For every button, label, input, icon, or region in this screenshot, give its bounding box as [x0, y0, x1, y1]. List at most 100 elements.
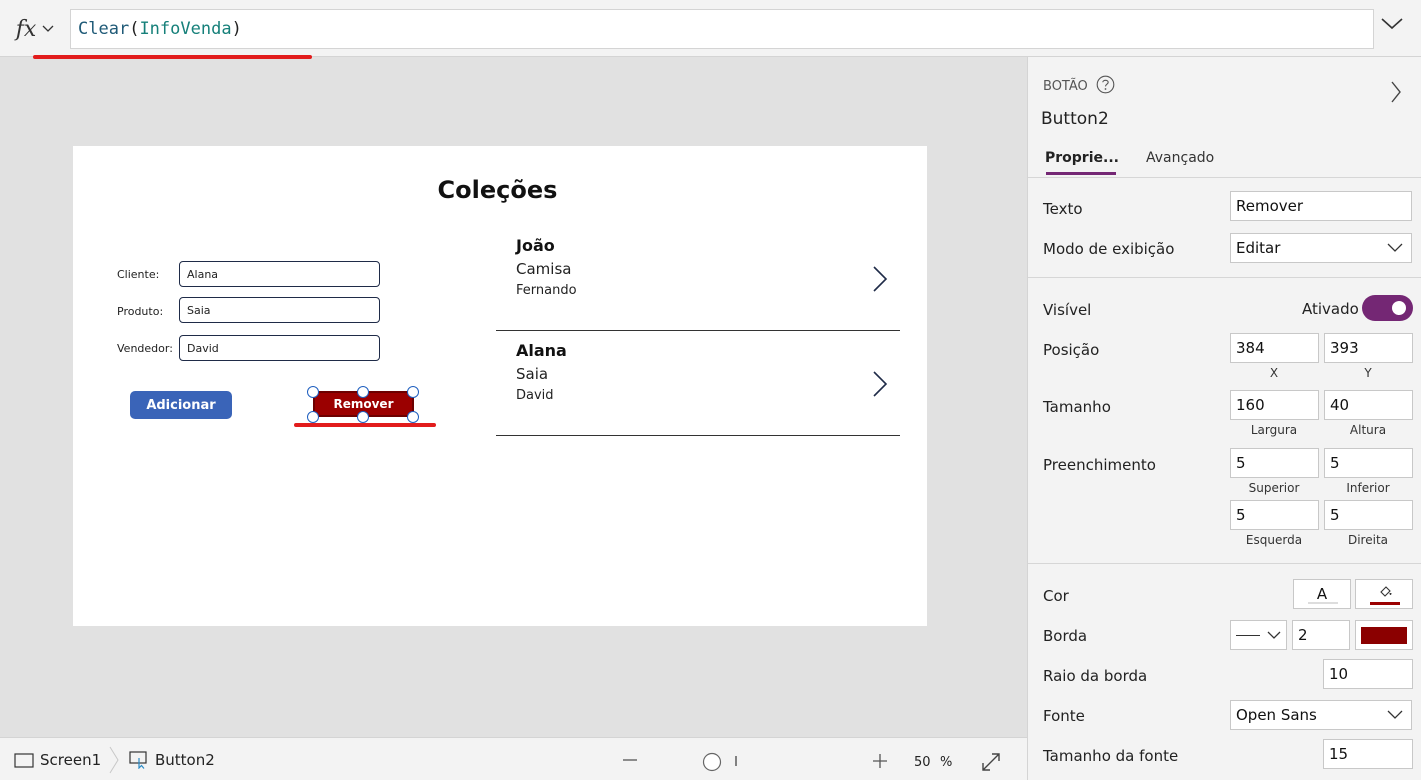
- gallery-item[interactable]: João Camisa Fernando: [496, 226, 900, 331]
- resize-handle-bottom[interactable]: [357, 411, 369, 423]
- modo-exibicao-label: Modo de exibição: [1043, 240, 1175, 258]
- breadcrumb-control-label: Button2: [155, 751, 215, 769]
- formula-function: Clear: [78, 19, 130, 39]
- chevron-right-icon[interactable]: [872, 266, 888, 292]
- border-line-style-icon: [1236, 635, 1260, 636]
- fill-color-swatch: [1370, 602, 1400, 605]
- screen-icon: [14, 752, 34, 768]
- tamanho-fonte-input[interactable]: 15: [1323, 739, 1413, 769]
- tamanho-fonte-label: Tamanho da fonte: [1043, 747, 1179, 765]
- tab-propriedades[interactable]: Proprie...: [1045, 150, 1119, 166]
- control-name: Button2: [1041, 109, 1109, 129]
- altura-input[interactable]: 40: [1324, 390, 1413, 420]
- posicao-x-input[interactable]: 384: [1230, 333, 1319, 363]
- modo-exibicao-select[interactable]: Editar: [1230, 233, 1412, 263]
- paint-bucket-icon: [1380, 586, 1392, 597]
- altura-caption: Altura: [1349, 423, 1387, 437]
- zoom-out-icon[interactable]: [622, 752, 638, 768]
- chevron-down-icon: [42, 25, 54, 32]
- tamanho-label: Tamanho: [1043, 398, 1111, 416]
- preenchimento-label: Preenchimento: [1043, 456, 1156, 474]
- texto-label: Texto: [1043, 200, 1083, 218]
- border-style-select[interactable]: [1230, 620, 1287, 650]
- preenchimento-superior-input[interactable]: 5: [1230, 448, 1319, 478]
- cliente-input[interactable]: Alana: [179, 261, 380, 287]
- zoom-value: 50: [914, 755, 931, 770]
- chevron-down-icon: [1387, 243, 1403, 252]
- vendedor-input[interactable]: David: [179, 335, 380, 361]
- visivel-toggle[interactable]: [1362, 295, 1413, 321]
- help-icon[interactable]: [1096, 75, 1115, 94]
- preenchimento-inferior-input[interactable]: 5: [1324, 448, 1413, 478]
- tab-avancado[interactable]: Avançado: [1146, 150, 1214, 166]
- resize-handle-bottom-right[interactable]: [407, 411, 419, 423]
- tabs-divider: [1028, 177, 1421, 178]
- border-color-swatch: [1361, 627, 1407, 644]
- formula-input[interactable]: Clear(InfoVenda): [70, 9, 1374, 49]
- largura-caption: Largura: [1250, 423, 1298, 437]
- button-control-icon: [129, 751, 147, 769]
- properties-panel: BOTÃO Button2 Proprie... Avançado Texto …: [1027, 57, 1421, 780]
- collapse-panel-chevron-icon[interactable]: [1390, 81, 1402, 103]
- formula-argument: InfoVenda: [139, 19, 232, 39]
- resize-handle-top-right[interactable]: [407, 386, 419, 398]
- control-type-label: BOTÃO: [1043, 79, 1088, 94]
- gallery-item-cliente: Alana: [516, 341, 567, 360]
- zoom-slider-tick: [735, 756, 737, 766]
- preenchimento-direita-input[interactable]: 5: [1324, 500, 1413, 530]
- remover-annotation-underline: [294, 423, 436, 427]
- adicionar-button[interactable]: Adicionar: [130, 391, 232, 419]
- fx-dropdown-button[interactable]: fx: [0, 9, 70, 49]
- raio-borda-label: Raio da borda: [1043, 667, 1148, 685]
- fill-color-picker[interactable]: [1355, 579, 1413, 609]
- cor-label: Cor: [1043, 587, 1069, 605]
- expand-formula-chevron-icon[interactable]: [1380, 17, 1404, 31]
- breadcrumb-screen[interactable]: Screen1: [14, 751, 101, 769]
- modo-exibicao-value: Editar: [1236, 239, 1281, 257]
- breadcrumb-control[interactable]: Button2: [129, 751, 215, 769]
- active-tab-indicator: [1046, 172, 1116, 175]
- chevron-down-icon: [1267, 631, 1281, 639]
- posicao-y-input[interactable]: 393: [1324, 333, 1413, 363]
- gallery-item-cliente: João: [516, 236, 555, 255]
- posicao-x-caption: X: [1269, 366, 1279, 380]
- zoom-in-icon[interactable]: [872, 753, 888, 769]
- preenchimento-esquerda-input[interactable]: 5: [1230, 500, 1319, 530]
- visivel-label: Visível: [1043, 301, 1092, 319]
- gallery-item[interactable]: Alana Saia David: [496, 331, 900, 436]
- border-width-input[interactable]: 2: [1292, 620, 1350, 650]
- zoom-slider-thumb[interactable]: [702, 752, 722, 772]
- produto-input[interactable]: Saia: [179, 297, 380, 323]
- direita-caption: Direita: [1347, 533, 1389, 547]
- fit-to-window-icon[interactable]: [981, 752, 1001, 772]
- chevron-right-icon[interactable]: [872, 371, 888, 397]
- gallery-item-vendedor: Fernando: [516, 283, 577, 298]
- zoom-unit: %: [940, 755, 953, 770]
- formula-paren-open: (: [129, 19, 140, 39]
- superior-caption: Superior: [1248, 481, 1300, 495]
- resize-handle-bottom-left[interactable]: [307, 411, 319, 423]
- formula-annotation-underline: [33, 55, 312, 59]
- raio-borda-input[interactable]: 10: [1323, 659, 1413, 689]
- formula-paren-close: ): [231, 19, 242, 39]
- largura-input[interactable]: 160: [1230, 390, 1319, 420]
- borda-label: Borda: [1043, 627, 1088, 645]
- toggle-knob: [1392, 301, 1406, 315]
- status-bar: Screen1 Button2 50 %: [0, 737, 1027, 780]
- screen-title: Coleções: [437, 176, 558, 204]
- border-color-picker[interactable]: [1355, 620, 1413, 650]
- fonte-label: Fonte: [1043, 707, 1085, 725]
- visivel-state-label: Ativado: [1302, 300, 1359, 318]
- texto-input[interactable]: Remover: [1230, 191, 1412, 221]
- inferior-caption: Inferior: [1346, 481, 1390, 495]
- resize-handle-top-left[interactable]: [307, 386, 319, 398]
- text-color-glyph: A: [1316, 585, 1328, 603]
- resize-handle-top[interactable]: [357, 386, 369, 398]
- fonte-select[interactable]: Open Sans: [1230, 700, 1412, 730]
- gallery-item-produto: Camisa: [516, 260, 572, 278]
- text-color-picker[interactable]: A: [1293, 579, 1351, 609]
- formula-bar: fx Clear(InfoVenda): [0, 0, 1421, 57]
- esquerda-caption: Esquerda: [1245, 533, 1303, 547]
- chevron-down-icon: [1387, 710, 1403, 719]
- breadcrumb-separator-icon: [109, 746, 119, 774]
